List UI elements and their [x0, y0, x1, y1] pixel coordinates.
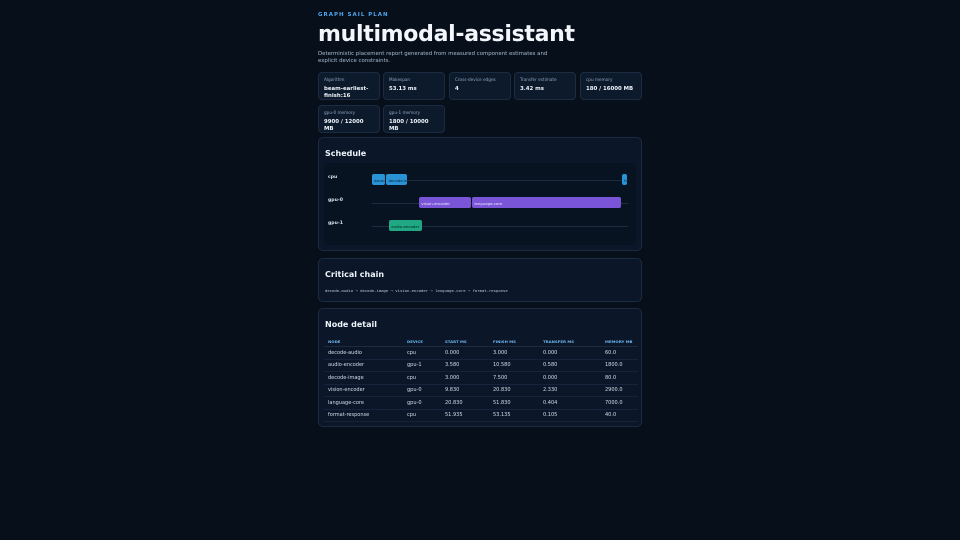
table-row: vision-encoder gpu-0 9.830 20.830 2.330 … — [324, 384, 638, 397]
cell-node: decode-image — [324, 371, 403, 385]
stat-value: 53.13 ms — [389, 86, 417, 92]
table-row: language-core gpu-0 20.830 51.830 0.404 … — [324, 396, 638, 410]
lane-track — [372, 180, 628, 181]
schedule-panel: Schedule cpu decode-audiodecode-image form… — [318, 137, 642, 251]
column-header: NODE — [324, 337, 403, 347]
cell-finish: 51.830 — [489, 396, 539, 410]
critical-chain-title: Critical chain — [325, 270, 385, 279]
node-table: NODE DEVICE START MS FINISH MS TRANSFER … — [324, 337, 638, 422]
stat-label: gpu-0 memory — [324, 110, 355, 115]
cell-node: vision-encoder — [324, 384, 403, 397]
stat-label: Cross-device edges — [455, 77, 496, 82]
table-row: decode-image cpu 3.000 7.500 0.000 80.0 — [324, 371, 638, 385]
eyebrow: GRAPH SAIL PLAN — [318, 12, 389, 18]
stat-card-cpu-memory: cpu memory 180 / 16000 MB — [580, 72, 642, 100]
stat-card-makespan: Makespan 53.13 ms — [383, 72, 445, 100]
cell-start: 51.935 — [441, 409, 489, 422]
schedule-title: Schedule — [325, 149, 367, 158]
stat-value: 3.42 ms — [520, 86, 545, 92]
cell-memory: 7000.0 — [601, 396, 638, 410]
stat-label: Makespan — [389, 77, 411, 82]
table-row: format-response cpu 51.935 53.135 0.105 … — [324, 409, 638, 422]
stat-label: gpu-1 memory — [389, 110, 420, 115]
cell-memory: 60.0 — [601, 346, 638, 360]
cell-start: 3.580 — [441, 359, 489, 372]
gantt-bar-decode-image[interactable]: decode-image — [386, 174, 408, 185]
critical-chain-panel: Critical chain decode-audio → decode-ima… — [318, 258, 642, 302]
lane-label-cpu: cpu — [328, 175, 338, 180]
stat-card-cross-device-edges: Cross-device edges 4 — [449, 72, 511, 100]
stat-label: Transfer estimate — [520, 77, 557, 82]
cell-memory: 2900.0 — [601, 384, 638, 397]
table-header-row: NODE DEVICE START MS FINISH MS TRANSFER … — [324, 337, 638, 347]
table-row: decode-audio cpu 0.000 3.000 0.000 60.0 — [324, 346, 638, 360]
cell-node: decode-audio — [324, 346, 403, 360]
schedule-gantt: cpu decode-audiodecode-image format-respon… — [324, 163, 636, 245]
cell-transfer: 0.404 — [539, 396, 601, 410]
lane-label-gpu-0: gpu-0 — [328, 198, 343, 203]
cell-device: cpu — [403, 409, 441, 422]
table-row: audio-encoder gpu-1 3.580 10.580 0.580 1… — [324, 359, 638, 372]
gantt-bar-decode-audio[interactable]: decode-audio — [372, 174, 386, 185]
cell-transfer: 2.330 — [539, 384, 601, 397]
cell-transfer: 0.580 — [539, 359, 601, 372]
cell-transfer: 0.105 — [539, 409, 601, 422]
stat-card-algorithm: Algorithm beam-earliest-finish:16 — [318, 72, 380, 100]
cell-start: 9.830 — [441, 384, 489, 397]
critical-chain-text: decode-audio → decode-image → vision-enc… — [325, 288, 508, 293]
node-detail-title: Node detail — [325, 320, 377, 329]
cell-finish: 3.000 — [489, 346, 539, 360]
cell-start: 3.000 — [441, 371, 489, 385]
gantt-bar-language-core[interactable]: language-core — [472, 197, 621, 208]
stat-label: cpu memory — [586, 77, 613, 82]
stat-value: 4 — [455, 86, 459, 92]
column-header: DEVICE — [403, 337, 441, 347]
cell-transfer: 0.000 — [539, 346, 601, 360]
cell-node: format-response — [324, 409, 403, 422]
cell-memory: 40.0 — [601, 409, 638, 422]
cell-memory: 1800.0 — [601, 359, 638, 372]
cell-finish: 53.135 — [489, 409, 539, 422]
stat-card-transfer-estimate: Transfer estimate 3.42 ms — [514, 72, 576, 100]
stat-card-gpu0-memory: gpu-0 memory 9900 / 12000 MB — [318, 105, 380, 133]
stat-value: 180 / 16000 MB — [586, 86, 634, 92]
cell-start: 20.830 — [441, 396, 489, 410]
stat-card-gpu1-memory: gpu-1 memory 1800 / 10000 MB — [383, 105, 445, 133]
cell-finish: 7.500 — [489, 371, 539, 385]
cell-node: language-core — [324, 396, 403, 410]
cell-memory: 80.0 — [601, 371, 638, 385]
gantt-bar-format-response[interactable]: format-response — [622, 174, 627, 185]
stat-value: beam-earliest-finish:16 — [324, 86, 369, 99]
cell-transfer: 0.000 — [539, 371, 601, 385]
column-header: FINISH MS — [489, 337, 539, 347]
cell-device: gpu-0 — [403, 396, 441, 410]
cell-device: cpu — [403, 371, 441, 385]
cell-device: cpu — [403, 346, 441, 360]
page-title: multimodal-assistant — [318, 22, 575, 47]
stat-label: Algorithm — [324, 77, 345, 82]
cell-finish: 10.580 — [489, 359, 539, 372]
node-detail-panel: Node detail NODE DEVICE START MS FINISH … — [318, 308, 642, 427]
stat-value: 9900 / 12000 MB — [324, 119, 364, 132]
cell-device: gpu-0 — [403, 384, 441, 397]
cell-node: audio-encoder — [324, 359, 403, 372]
column-header: TRANSFER MS — [539, 337, 601, 347]
gantt-bar-audio-encoder[interactable]: audio-encoder — [389, 220, 422, 231]
column-header: START MS — [441, 337, 489, 347]
cell-device: gpu-1 — [403, 359, 441, 372]
gantt-bar-vision-encoder[interactable]: vision-encoder — [419, 197, 472, 208]
lane-label-gpu-1: gpu-1 — [328, 221, 343, 226]
column-header: MEMORY MB — [601, 337, 638, 347]
page-subtitle: Deterministic placement report generated… — [318, 51, 548, 64]
stat-value: 1800 / 10000 MB — [389, 119, 429, 132]
cell-finish: 20.830 — [489, 384, 539, 397]
cell-start: 0.000 — [441, 346, 489, 360]
